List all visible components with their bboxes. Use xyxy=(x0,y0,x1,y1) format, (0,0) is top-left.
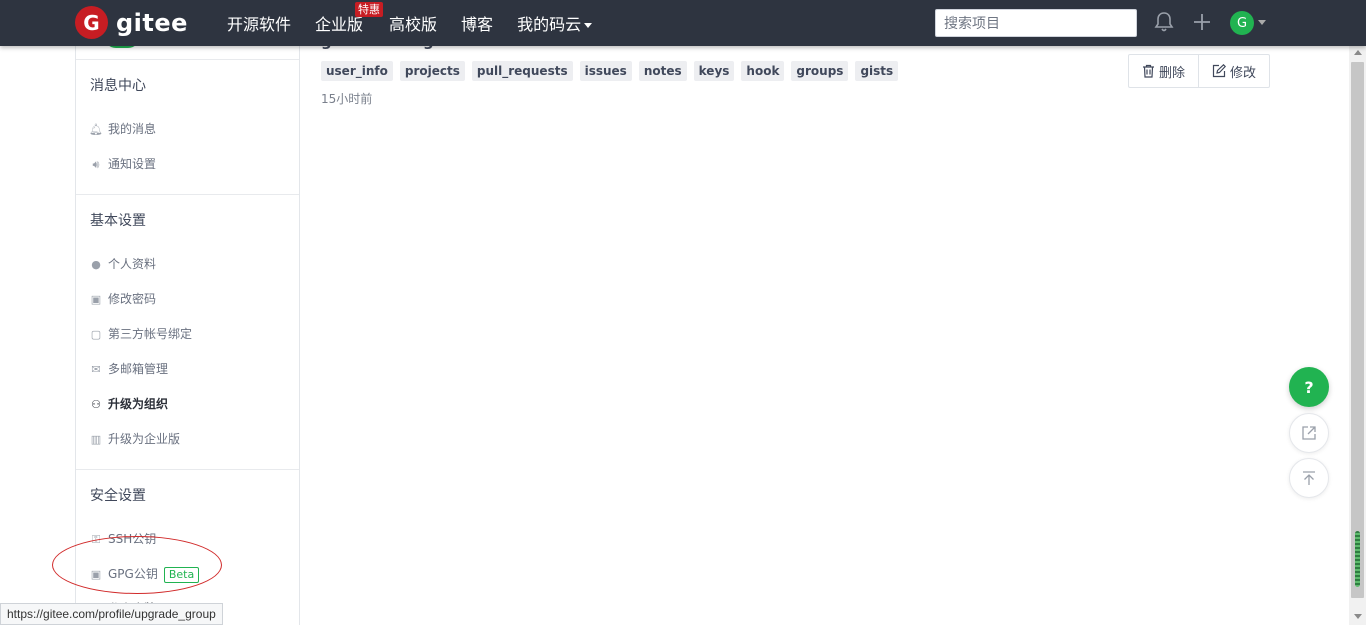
sidebar-item-my-messages[interactable]: 🔔︎ 我的消息 xyxy=(89,112,285,147)
gitee-logo-mark: G xyxy=(75,6,108,39)
sidebar-item-label: 多邮箱管理 xyxy=(108,362,169,376)
avatar[interactable]: G xyxy=(1230,11,1254,35)
status-bar-url: https://gitee.com/profile/upgrade_group xyxy=(0,603,223,625)
help-button[interactable]: ? xyxy=(1289,367,1329,407)
share-button[interactable] xyxy=(1289,413,1329,453)
edit-button-label: 修改 xyxy=(1230,65,1257,81)
arrow-up-icon xyxy=(1303,471,1315,485)
sidebar-item-change-password[interactable]: ▣ 修改密码 xyxy=(90,282,285,317)
bell-icon: 🔔︎ xyxy=(89,123,103,136)
scope-tag: hook xyxy=(741,61,785,81)
section-messages: 消息中心 🔔︎ 我的消息 🔊︎ 通知设置 xyxy=(76,59,299,194)
mail-icon: ✉ xyxy=(91,363,101,376)
lock-icon: ▣ xyxy=(90,568,102,581)
beta-badge: Beta xyxy=(163,566,200,583)
scope-tag: user_info xyxy=(321,61,393,81)
nav-my-gitee-label: 我的码云 xyxy=(517,15,582,34)
token-created-time: 15小时前 xyxy=(321,92,373,106)
sidebar-item-third-party-binding[interactable]: ▢ 第三方帐号绑定 xyxy=(90,317,285,352)
sidebar-item-label: 升级为组织 xyxy=(108,397,169,411)
sidebar-item-upgrade-enterprise[interactable]: ▥ 升级为企业版 xyxy=(90,422,285,457)
nav-my-gitee[interactable]: 我的码云 xyxy=(517,11,593,35)
sidebar-item-label: 我的消息 xyxy=(108,122,157,136)
token-actions: 删除 修改 xyxy=(1128,54,1271,88)
chevron-down-icon xyxy=(584,23,593,28)
scope-tag: pull_requests xyxy=(471,61,573,81)
back-to-top-button[interactable] xyxy=(1289,458,1329,498)
scope-tag: notes xyxy=(638,61,687,81)
sidebar-item-label: 升级为企业版 xyxy=(108,432,181,446)
top-navbar: G gitee 开源软件 企业版 特惠 高校版 博客 我的码云 G xyxy=(0,0,1366,46)
scroll-indicator xyxy=(1355,531,1360,587)
promo-badge: 特惠 xyxy=(355,2,384,17)
trash-icon xyxy=(1143,64,1154,78)
avatar-chevron-down-icon[interactable] xyxy=(1258,20,1266,25)
speaker-icon: 🔊︎ xyxy=(92,158,100,171)
delete-button[interactable]: 删除 xyxy=(1129,55,1198,87)
token-scopes: user_info projects pull_requests issues … xyxy=(321,61,905,81)
scope-tag: gists xyxy=(855,61,899,81)
nav-enterprise-label: 企业版 xyxy=(315,15,364,34)
nav-open-source[interactable]: 开源软件 xyxy=(227,11,291,35)
sidebar-item-gpg-keys[interactable]: ▣ GPG公钥 Beta xyxy=(90,557,285,592)
nav-education[interactable]: 高校版 xyxy=(389,11,437,35)
section-title: 消息中心 xyxy=(90,78,146,94)
scope-tag: keys xyxy=(693,61,735,81)
sidebar-item-profile[interactable]: ● 个人资料 xyxy=(90,247,285,282)
nav-blog[interactable]: 博客 xyxy=(461,11,493,35)
scroll-down-icon[interactable] xyxy=(1354,614,1362,619)
unlock-icon: ▣ xyxy=(90,293,102,306)
group-icon: ⚇ xyxy=(91,398,101,411)
section-title: 安全设置 xyxy=(90,488,146,504)
gitee-logo[interactable]: G gitee xyxy=(75,6,188,39)
edit-button[interactable]: 修改 xyxy=(1198,55,1269,87)
plus-icon[interactable] xyxy=(1192,12,1212,32)
sidebar-item-label: 修改密码 xyxy=(108,292,157,306)
main-nav: 开源软件 企业版 特惠 高校版 博客 我的码云 xyxy=(227,0,616,46)
share-icon xyxy=(1302,426,1316,440)
sidebar-item-notification-settings[interactable]: 🔊︎ 通知设置 xyxy=(90,147,285,182)
sidebar-item-label: GPG公钥 xyxy=(108,567,158,581)
question-icon: ? xyxy=(1304,377,1314,397)
sidebar-item-label: 第三方帐号绑定 xyxy=(108,327,193,341)
edit-icon xyxy=(1212,64,1227,78)
user-icon: ● xyxy=(91,258,101,271)
section-basic: 基本设置 ● 个人资料 ▣ 修改密码 ▢ 第三方帐号绑定 ✉ 多邮箱管理 ⚇ 升… xyxy=(76,194,299,469)
bell-icon[interactable] xyxy=(1154,11,1174,33)
section-title: 基本设置 xyxy=(90,213,146,229)
building-icon: ▥ xyxy=(90,433,102,446)
scrollbar-thumb[interactable] xyxy=(1351,62,1364,598)
settings-sidebar: 消息中心 🔔︎ 我的消息 🔊︎ 通知设置 基本设置 ● 个人资料 ▣ 修改密码 … xyxy=(75,36,300,625)
sidebar-item-upgrade-organization[interactable]: ⚇ 升级为组织 xyxy=(90,387,285,422)
scope-tag: groups xyxy=(791,61,849,81)
search-input[interactable] xyxy=(935,9,1137,37)
nav-enterprise[interactable]: 企业版 特惠 xyxy=(315,2,384,35)
scroll-up-icon[interactable] xyxy=(1354,50,1362,55)
sidebar-item-label: 个人资料 xyxy=(108,257,157,271)
delete-button-label: 删除 xyxy=(1159,65,1186,81)
sidebar-item-label: SSH公钥 xyxy=(108,532,157,546)
id-card-icon: ▢ xyxy=(90,328,102,341)
scope-tag: issues xyxy=(579,61,632,81)
gitee-logo-text: gitee xyxy=(116,8,188,37)
scope-tag: projects xyxy=(399,61,465,81)
key-icon: ⚿ xyxy=(91,533,101,546)
sidebar-item-email-management[interactable]: ✉ 多邮箱管理 xyxy=(90,352,285,387)
sidebar-item-label: 通知设置 xyxy=(108,157,157,171)
sidebar-item-ssh-keys[interactable]: ⚿ SSH公钥 xyxy=(90,522,285,557)
